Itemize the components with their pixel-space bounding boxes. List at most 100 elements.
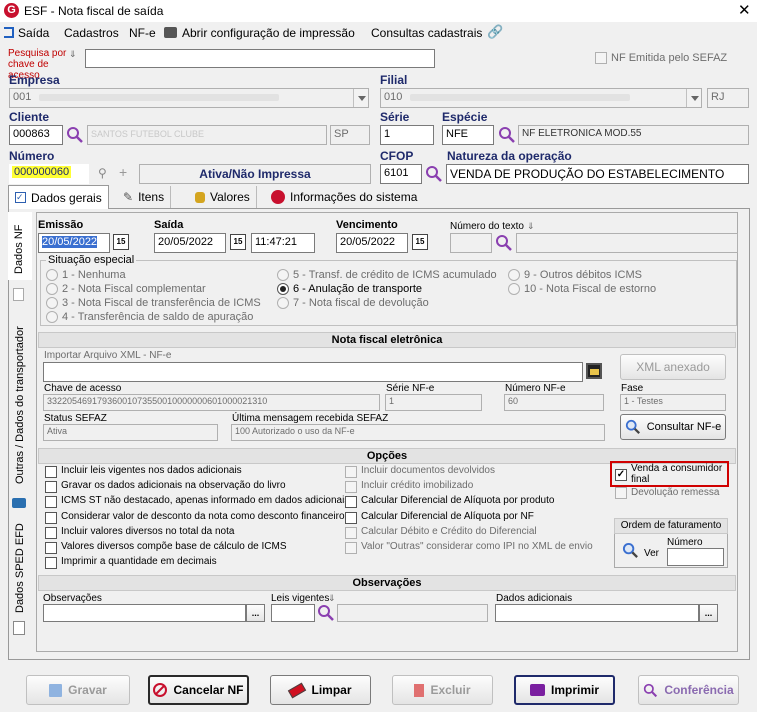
search-input[interactable] <box>85 49 435 68</box>
opcao-left-label: Gravar os dados adicionais na observação… <box>61 480 286 492</box>
tab-informacoes[interactable]: Informações do sistema <box>265 186 423 208</box>
vencimento-label: Vencimento <box>336 219 398 231</box>
situacao-radio-9[interactable] <box>508 269 520 281</box>
limpar-button[interactable]: Limpar <box>270 675 371 705</box>
dados-adicionais-more-button[interactable]: ... <box>699 604 718 622</box>
vencimento-input[interactable]: 20/05/2022 <box>336 233 408 253</box>
situacao-radio-6[interactable] <box>277 283 289 295</box>
opcao-mid-checkbox[interactable] <box>345 511 357 524</box>
link-icon[interactable]: 🔗 <box>487 24 503 40</box>
tab-valores[interactable]: Valores <box>189 186 257 208</box>
side-tab-transportador[interactable]: Outras / Dados do transportador <box>8 318 32 486</box>
filial-select[interactable]: 010 <box>380 88 702 108</box>
situacao-radio-2[interactable] <box>46 283 58 295</box>
cfop-input[interactable]: 6101 <box>380 164 422 184</box>
natureza-label: Natureza da operação <box>447 149 572 163</box>
saida-calendar-icon[interactable]: 15 <box>230 234 246 250</box>
leis-vigentes-input[interactable] <box>271 604 315 622</box>
saida-date-input[interactable]: 20/05/2022 <box>154 233 226 253</box>
filial-code: 010 <box>384 91 403 103</box>
situacao-option: 2 - Nota Fiscal complementar <box>62 283 206 295</box>
situacao-radio-7[interactable] <box>277 297 289 309</box>
tab-label: Valores <box>210 190 250 204</box>
opcao-left-label: Incluir leis vigentes nos dados adiciona… <box>61 465 242 476</box>
import-xml-label: Importar Arquivo XML - NF-e <box>44 350 172 361</box>
tab-itens[interactable]: ✎ Itens <box>117 186 172 208</box>
menu-consultas[interactable]: Consultas cadastrais <box>371 26 482 40</box>
cfop-search-icon[interactable] <box>425 165 443 183</box>
consultar-nfe-button[interactable]: Consultar NF-e <box>620 414 726 440</box>
empresa-select[interactable]: 001 <box>9 88 369 108</box>
menu-cadastros[interactable]: Cadastros <box>64 26 119 40</box>
ordem-numero-label: Número <box>667 537 703 548</box>
opcao-left-checkbox[interactable] <box>45 526 57 539</box>
dados-adicionais-label: Dados adicionais <box>496 593 573 604</box>
cliente-code-input[interactable]: 000863 <box>9 125 63 145</box>
situacao-radio-5[interactable] <box>277 269 289 281</box>
serie-input[interactable]: 1 <box>380 125 434 145</box>
situacao-radio-10[interactable] <box>508 283 520 295</box>
natureza-input[interactable]: VENDA DE PRODUÇÃO DO ESTABELECIMENTO <box>446 164 749 184</box>
menu-abrir-config[interactable]: Abrir configuração de impressão <box>182 26 355 40</box>
situacao-option: 1 - Nenhuma <box>62 269 126 281</box>
excluir-button: Excluir <box>392 675 493 705</box>
opcao-left-checkbox[interactable] <box>45 557 57 570</box>
especie-desc: NF ELETRONICA MOD.55 <box>518 125 749 145</box>
side-tab-dados-nf[interactable]: Dados NF <box>8 212 32 280</box>
opcao-left-checkbox[interactable] <box>45 466 57 478</box>
especie-code-input[interactable]: NFE <box>442 125 494 145</box>
notes-icon <box>13 621 25 635</box>
ver-label[interactable]: Ver <box>644 548 659 559</box>
ordem-numero-input[interactable] <box>667 548 724 566</box>
emissao-calendar-icon[interactable]: 15 <box>113 234 129 250</box>
dados-adicionais-input[interactable] <box>495 604 699 622</box>
xml-anexado-button[interactable]: XML anexado <box>620 354 726 380</box>
opcao-mid-checkbox[interactable] <box>345 496 357 509</box>
opcao-left-checkbox[interactable] <box>45 481 57 494</box>
situacao-radio-1[interactable] <box>46 269 58 281</box>
tab-dados-gerais[interactable]: ✓ Dados gerais <box>8 185 109 209</box>
side-tab-sped[interactable]: Dados SPED EFD <box>8 515 32 615</box>
situacao-radio-4[interactable] <box>46 311 58 323</box>
status-sefaz-input: Ativa <box>43 424 218 441</box>
close-icon[interactable]: ✕ <box>738 1 751 19</box>
binoculars-icon[interactable]: ⚲ <box>98 166 107 180</box>
situacao-option: 7 - Nota fiscal de devolução <box>293 297 429 309</box>
serie-nfe-input: 1 <box>385 394 482 411</box>
leis-search-icon[interactable] <box>317 604 335 622</box>
tab-label: Dados gerais <box>31 190 102 205</box>
cliente-uf: SP <box>330 125 370 145</box>
cancelar-nf-button[interactable]: Cancelar NF <box>148 675 249 705</box>
texto-desc <box>516 233 738 253</box>
numero-texto-input[interactable] <box>450 233 492 253</box>
saida-time-input[interactable]: 11:47:21 <box>251 233 315 253</box>
opcao-left-checkbox[interactable] <box>45 511 57 524</box>
menu-saida[interactable]: Saída <box>18 26 49 40</box>
imprimir-label: Imprimir <box>550 683 599 697</box>
numero-input[interactable]: 000000060 <box>9 164 89 184</box>
situacao-radio-3[interactable] <box>46 297 58 309</box>
venda-consumidor-checkbox[interactable]: ✓ <box>615 469 627 481</box>
menu-nfe[interactable]: NF-e <box>129 26 156 40</box>
magnifier-plus-icon[interactable] <box>622 542 639 559</box>
situacao-option: 3 - Nota Fiscal de transferência de ICMS <box>62 297 261 309</box>
plus-icon[interactable]: + <box>119 164 127 180</box>
cliente-search-icon[interactable] <box>66 126 84 144</box>
texto-search-icon[interactable] <box>495 234 513 252</box>
observacoes-more-button[interactable]: ... <box>246 604 265 622</box>
numero-nfe-label: Número NF-e <box>505 383 566 394</box>
save-icon <box>49 683 63 697</box>
document-icon <box>13 288 24 301</box>
emissao-input[interactable]: 20/05/2022 <box>38 233 110 253</box>
especie-search-icon[interactable] <box>498 126 516 144</box>
opcao-left-checkbox[interactable] <box>45 542 57 554</box>
import-xml-input[interactable] <box>43 362 583 382</box>
folder-icon[interactable] <box>586 363 602 379</box>
observacoes-input[interactable] <box>43 604 246 622</box>
vencimento-calendar-icon[interactable]: 15 <box>412 234 428 250</box>
emissao-value: 20/05/2022 <box>42 236 98 248</box>
imprimir-button[interactable]: Imprimir <box>514 675 615 705</box>
opcao-left-checkbox[interactable] <box>45 496 57 509</box>
title-bar: G ESF - Nota fiscal de saída ✕ <box>0 0 757 22</box>
filial-uf: RJ <box>707 88 749 108</box>
